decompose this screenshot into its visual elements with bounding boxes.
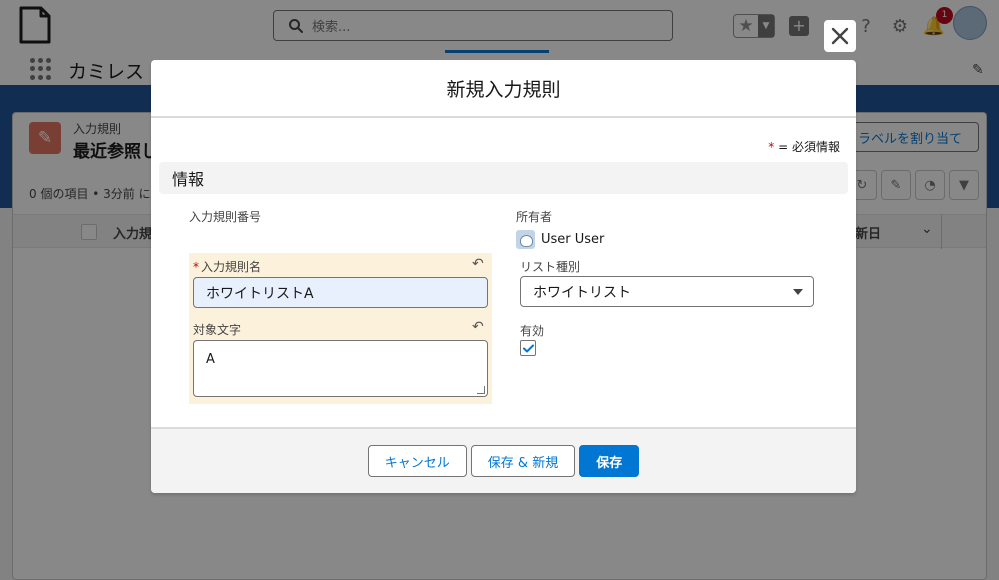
undo-icon[interactable]: ↶ bbox=[472, 256, 484, 272]
rule-name-label-text: 入力規則名 bbox=[201, 260, 262, 274]
target-text-label: 対象文字 bbox=[193, 323, 242, 337]
owner-avatar bbox=[516, 230, 535, 249]
active-label: 有効 bbox=[520, 324, 545, 338]
active-checkbox[interactable] bbox=[520, 340, 536, 356]
new-validation-rule-modal: 新規入力規則 * = 必須情報 情報 入力規則番号 * 入力規則名 ↶ ホワイトリ… bbox=[151, 60, 856, 493]
owner-name[interactable]: User User bbox=[541, 232, 604, 247]
close-icon bbox=[831, 27, 849, 45]
target-text-value: A bbox=[206, 352, 215, 367]
owner-label: 所有者 bbox=[516, 210, 553, 224]
rule-name-value: ホワイトリストA bbox=[206, 285, 314, 302]
required-star: * bbox=[193, 260, 199, 274]
chevron-down-icon bbox=[793, 289, 803, 295]
required-star: * bbox=[768, 140, 775, 154]
list-type-value: ホワイトリスト bbox=[533, 284, 631, 301]
undo-icon[interactable]: ↶ bbox=[472, 319, 484, 335]
target-text-textarea[interactable]: A bbox=[193, 340, 488, 397]
modal-header: 新規入力規則 bbox=[151, 60, 856, 118]
required-info-note: * = 必須情報 bbox=[768, 138, 840, 155]
resize-handle[interactable] bbox=[477, 386, 485, 394]
save-button[interactable]: 保存 bbox=[579, 445, 640, 477]
modal-footer: キャンセル 保存 & 新規 保存 bbox=[151, 427, 856, 493]
owner-field: User User bbox=[516, 230, 604, 249]
close-modal-button[interactable] bbox=[824, 20, 856, 52]
checkmark-icon bbox=[522, 344, 534, 352]
rule-name-label: * 入力規則名 bbox=[193, 258, 261, 275]
modal-title: 新規入力規則 bbox=[446, 78, 561, 101]
list-type-label: リスト種別 bbox=[520, 260, 581, 274]
section-header-info[interactable]: 情報 bbox=[159, 162, 848, 194]
section-title: 情報 bbox=[172, 170, 205, 189]
list-type-select[interactable]: ホワイトリスト bbox=[520, 276, 814, 307]
cancel-button[interactable]: キャンセル bbox=[367, 445, 467, 477]
save-and-new-button[interactable]: 保存 & 新規 bbox=[470, 445, 576, 477]
required-info-text: = 必須情報 bbox=[778, 140, 840, 154]
rule-number-label: 入力規則番号 bbox=[189, 210, 262, 224]
rule-name-input[interactable]: ホワイトリストA bbox=[193, 277, 488, 308]
